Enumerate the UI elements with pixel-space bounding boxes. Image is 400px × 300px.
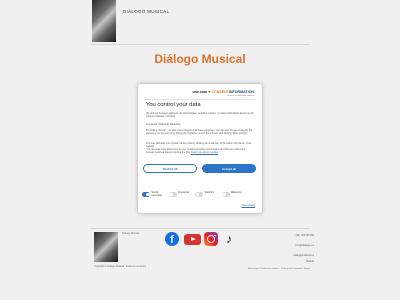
toggle-label: Marketing — [231, 191, 242, 194]
toggle-switch[interactable] — [195, 192, 203, 197]
consent-text-accept: By clicking 'Accept', you give your cons… — [146, 129, 253, 136]
consent-toggles: Strictly necessary Functional Statistics… — [142, 191, 260, 198]
consent-text-intro: We and our business partners use technol… — [146, 112, 254, 119]
accept-all-button[interactable]: Accept all — [202, 164, 256, 173]
toggle-label: Strictly necessary — [151, 191, 163, 197]
toggle-knob — [146, 192, 150, 196]
toggle-knob — [195, 192, 199, 196]
read-more-link[interactable]: Read more about cookies — [191, 151, 218, 154]
toggle-label: Functional — [178, 191, 190, 194]
toggle-functional[interactable]: Functional — [168, 191, 194, 197]
logo-consent-word: CONSENT — [211, 90, 229, 94]
logo-information-word: INFORMATION — [228, 90, 254, 94]
toggle-switch[interactable] — [142, 192, 150, 197]
consent-information-logo: CONSENTINFORMATION — [211, 90, 254, 94]
toggle-knob — [222, 192, 226, 196]
consent-divider — [144, 99, 256, 100]
toggle-switch[interactable] — [168, 192, 177, 197]
toggle-strictly-necessary[interactable]: Strictly necessary — [142, 191, 167, 198]
consent-tagline: consent management platform — [226, 95, 254, 97]
consent-logos: one.com + CONSENTINFORMATION — [192, 90, 254, 94]
consent-text-read-more: You can read more about how we use cooki… — [146, 148, 254, 154]
toggle-switch[interactable] — [221, 192, 230, 197]
toggle-label: Statistics — [204, 191, 215, 194]
cookie-consent-dialog: one.com + CONSENTINFORMATION consent man… — [138, 84, 262, 213]
toggle-knob — [169, 192, 173, 196]
consent-text-purposes: Functional, Statistical, Marketing — [146, 123, 181, 126]
toggle-statistics[interactable]: Statistics — [195, 191, 220, 197]
toggle-marketing[interactable]: Marketing — [221, 191, 247, 197]
show-details-link[interactable]: Show details — [241, 204, 255, 207]
decline-all-button[interactable]: Decline all — [143, 164, 197, 173]
consent-title: You control your data — [146, 102, 201, 108]
one-com-logo: one.com — [192, 90, 208, 94]
logo-plus: + — [208, 90, 211, 94]
